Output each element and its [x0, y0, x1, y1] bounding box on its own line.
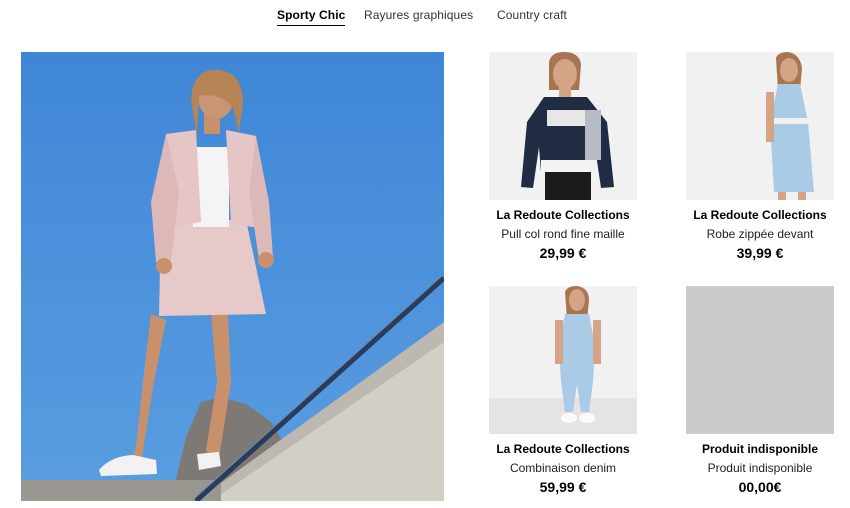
product-brand: La Redoute Collections	[693, 208, 827, 222]
product-image[interactable]	[489, 52, 637, 200]
product-price: 39,99 €	[736, 245, 784, 261]
product-price: 29,99 €	[539, 245, 587, 261]
look-tabs: Sporty Chic Rayures graphiques Country c…	[0, 0, 850, 40]
product-price: 59,99 €	[539, 479, 587, 495]
product-image[interactable]	[489, 286, 637, 434]
active-tab-underline	[277, 25, 346, 26]
tab-sporty-chic[interactable]: Sporty Chic	[277, 8, 346, 26]
hero-look-image[interactable]	[21, 52, 444, 501]
tab-label: Rayures graphiques	[364, 8, 474, 22]
product-name: Pull col rond fine maille	[501, 227, 625, 241]
tab-label: Country craft	[497, 8, 567, 22]
product-photo	[489, 52, 637, 200]
product-brand: La Redoute Collections	[496, 442, 630, 456]
hero-photo	[21, 52, 444, 501]
tab-rayures-graphiques[interactable]: Rayures graphiques	[364, 8, 473, 22]
product-image-placeholder	[686, 286, 834, 434]
product-name: Robe zippée devant	[706, 227, 814, 241]
product-brand: Produit indisponible	[702, 442, 818, 456]
product-card[interactable]: La Redoute Collections Combinaison denim…	[489, 286, 637, 496]
product-card[interactable]: La Redoute Collections Robe zippée devan…	[686, 52, 834, 262]
product-price: 00,00€	[738, 479, 782, 495]
product-name: Produit indisponible	[707, 461, 813, 475]
tab-label: Sporty Chic	[277, 8, 346, 22]
product-brand: La Redoute Collections	[496, 208, 630, 222]
product-image[interactable]	[686, 52, 834, 200]
product-photo	[686, 52, 834, 200]
product-name: Combinaison denim	[509, 461, 617, 475]
product-photo	[489, 286, 637, 434]
product-card-unavailable[interactable]: Produit indisponible Produit indisponibl…	[686, 286, 834, 496]
product-card[interactable]: La Redoute Collections Pull col rond fin…	[489, 52, 637, 262]
tab-country-craft[interactable]: Country craft	[497, 8, 567, 22]
